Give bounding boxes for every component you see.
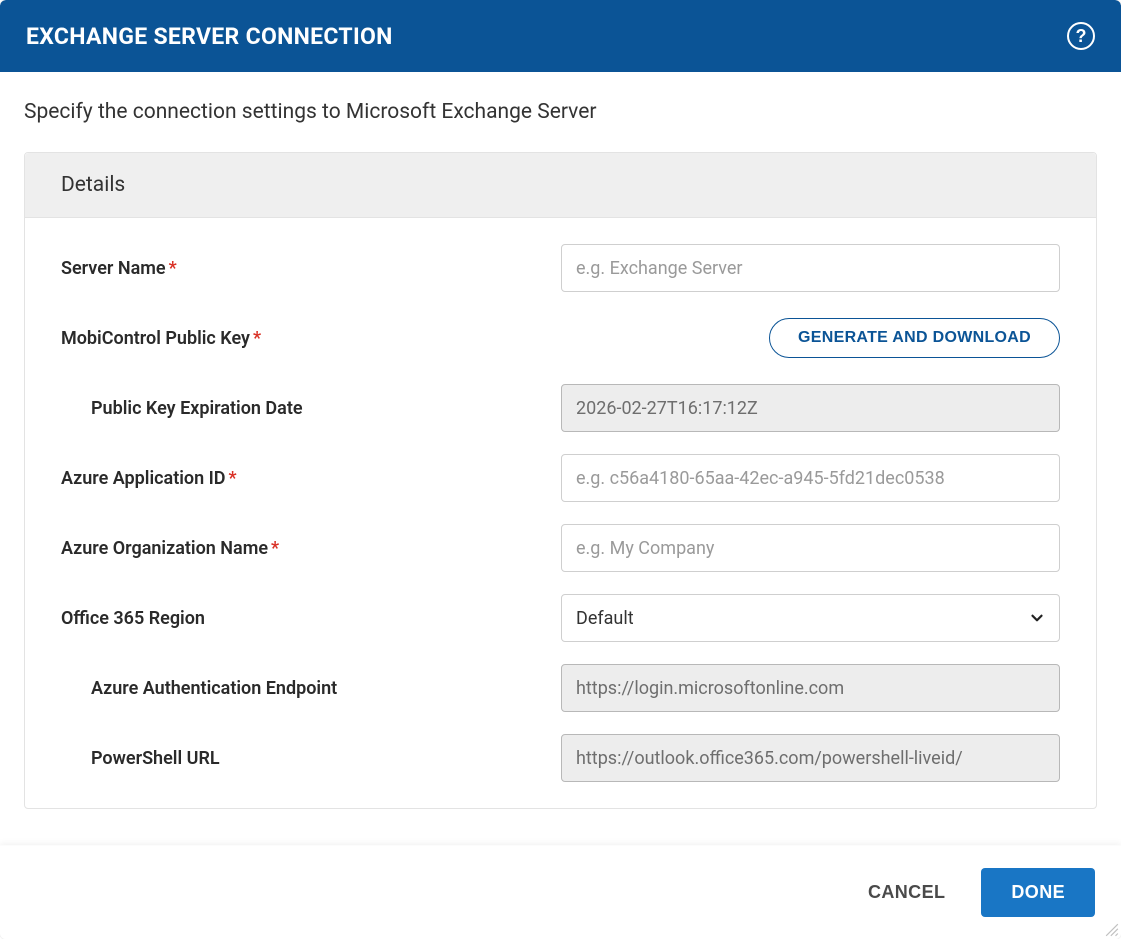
azure-org-name-row: Azure Organization Name*: [61, 524, 1060, 572]
powershell-url-row: PowerShell URL: [61, 734, 1060, 782]
dialog-footer: CANCEL DONE: [0, 845, 1121, 939]
azure-auth-endpoint-input: [561, 664, 1060, 712]
server-name-field: [561, 244, 1060, 292]
help-icon: ?: [1076, 26, 1087, 47]
azure-auth-endpoint-field: [561, 664, 1060, 712]
powershell-url-label: PowerShell URL: [61, 748, 561, 769]
public-key-expiration-label: Public Key Expiration Date: [61, 398, 561, 419]
public-key-expiration-row: Public Key Expiration Date: [61, 384, 1060, 432]
public-key-expiration-input: [561, 384, 1060, 432]
panel-body: Server Name* MobiControl Public Key* GEN…: [25, 218, 1096, 808]
powershell-url-field: [561, 734, 1060, 782]
azure-auth-endpoint-row: Azure Authentication Endpoint: [61, 664, 1060, 712]
office365-region-select[interactable]: Default: [561, 594, 1060, 642]
azure-org-name-label: Azure Organization Name*: [61, 538, 561, 559]
required-marker: *: [271, 538, 279, 559]
server-name-label: Server Name*: [61, 258, 561, 279]
details-panel: Details Server Name* MobiControl Public …: [24, 152, 1097, 809]
public-key-expiration-field: [561, 384, 1060, 432]
office365-region-row: Office 365 Region Default: [61, 594, 1060, 642]
office365-region-select-wrap: Default: [561, 594, 1060, 642]
required-marker: *: [169, 258, 177, 279]
public-key-label: MobiControl Public Key*: [61, 328, 561, 349]
dialog-header: EXCHANGE SERVER CONNECTION ?: [0, 0, 1121, 72]
azure-auth-endpoint-label: Azure Authentication Endpoint: [61, 678, 561, 699]
server-name-input[interactable]: [561, 244, 1060, 292]
dialog-content: Specify the connection settings to Micro…: [0, 72, 1121, 845]
help-button[interactable]: ?: [1067, 22, 1095, 50]
powershell-url-input: [561, 734, 1060, 782]
office365-region-field: Default: [561, 594, 1060, 642]
azure-org-name-field: [561, 524, 1060, 572]
required-marker: *: [229, 468, 237, 489]
office365-region-label: Office 365 Region: [61, 608, 561, 629]
done-button[interactable]: DONE: [981, 868, 1095, 917]
resize-grip-icon[interactable]: [1105, 923, 1119, 937]
label-text: Server Name: [61, 258, 166, 279]
label-text: Azure Application ID: [61, 468, 226, 489]
label-text: MobiControl Public Key: [61, 328, 250, 349]
dialog-subtitle: Specify the connection settings to Micro…: [24, 100, 1097, 124]
generate-download-button[interactable]: GENERATE AND DOWNLOAD: [769, 318, 1060, 358]
dialog-title: EXCHANGE SERVER CONNECTION: [26, 23, 393, 50]
exchange-connection-dialog: EXCHANGE SERVER CONNECTION ? Specify the…: [0, 0, 1121, 939]
azure-app-id-row: Azure Application ID*: [61, 454, 1060, 502]
required-marker: *: [253, 328, 261, 349]
server-name-row: Server Name*: [61, 244, 1060, 292]
azure-app-id-input[interactable]: [561, 454, 1060, 502]
public-key-field: GENERATE AND DOWNLOAD: [561, 318, 1060, 358]
panel-title: Details: [25, 153, 1096, 218]
azure-app-id-label: Azure Application ID*: [61, 468, 561, 489]
azure-app-id-field: [561, 454, 1060, 502]
public-key-row: MobiControl Public Key* GENERATE AND DOW…: [61, 314, 1060, 362]
azure-org-name-input[interactable]: [561, 524, 1060, 572]
cancel-button[interactable]: CANCEL: [868, 882, 945, 903]
label-text: Azure Organization Name: [61, 538, 268, 559]
